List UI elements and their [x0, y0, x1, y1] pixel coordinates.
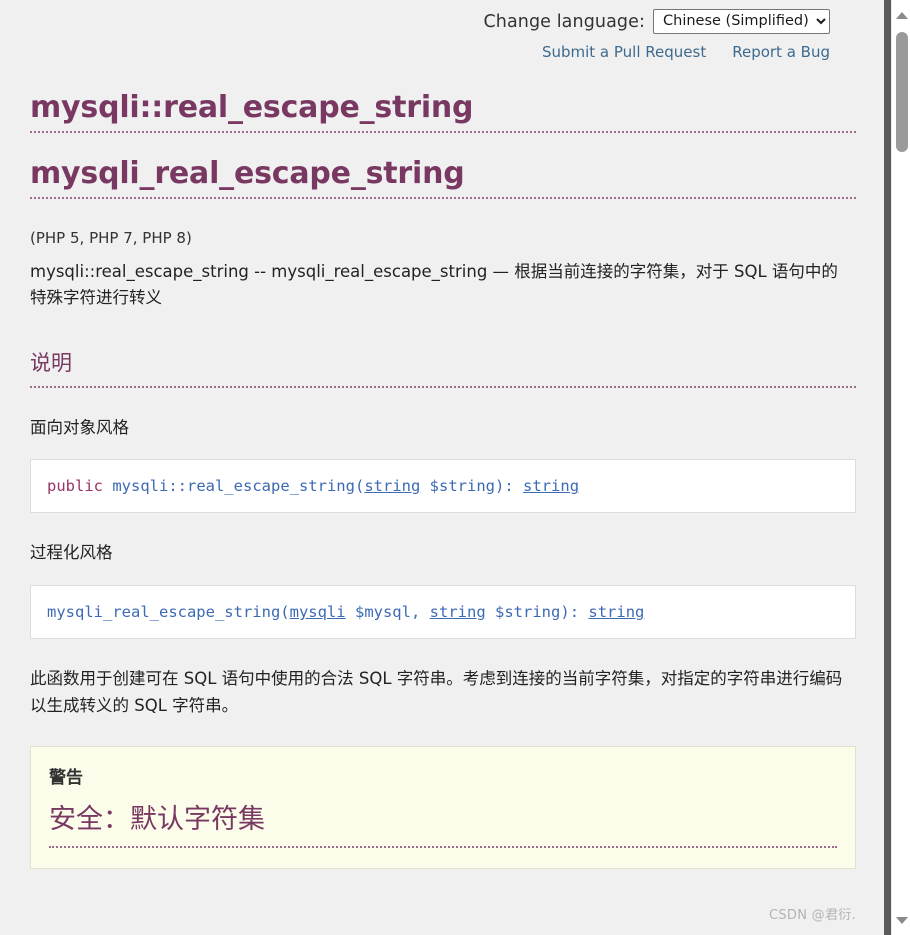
page-title-procedural: mysqli_real_escape_string [30, 156, 856, 199]
section-heading-description: 说明 [30, 347, 856, 388]
submit-pull-request-link[interactable]: Submit a Pull Request [542, 43, 706, 61]
language-select[interactable]: Chinese (Simplified) [653, 9, 830, 34]
open-paren: ( [280, 603, 290, 622]
vertical-scrollbar[interactable] [891, 0, 910, 935]
procedural-style-label: 过程化风格 [30, 543, 113, 563]
page-title-oop: mysqli::real_escape_string [30, 90, 856, 133]
change-language-row: Change language: Chinese (Simplified) [30, 0, 856, 34]
param2-type-link[interactable]: string [430, 603, 486, 621]
header-links: Submit a Pull Request Report a Bug [30, 43, 856, 61]
param2-name: $string [495, 603, 561, 622]
open-paren: ( [354, 477, 365, 496]
description-body: 此函数用于创建可在 SQL 语句中使用的合法 SQL 字符串。考虑到连接的当前字… [30, 669, 843, 715]
colon-separator: : [504, 477, 514, 496]
function-name: mysqli_real_escape_string [47, 603, 281, 622]
reference-purpose: mysqli::real_escape_string -- mysqli_rea… [30, 261, 838, 308]
change-language-label: Change language: [483, 11, 645, 32]
return-type-link[interactable]: string [523, 477, 579, 495]
return-type-link[interactable]: string [588, 603, 644, 621]
php-version-info: (PHP 5, PHP 7, PHP 8) [30, 229, 192, 247]
page-content: Change language: Chinese (Simplified) Su… [0, 0, 884, 869]
scroll-up-arrow-icon[interactable] [892, 6, 910, 24]
param1-name: $mysql [354, 603, 411, 622]
colon-separator: : [569, 603, 580, 622]
close-paren: ) [495, 477, 505, 496]
warning-title: 警告 [49, 767, 83, 788]
csdn-watermark: CSDN @君衍. [768, 908, 856, 923]
window-edge-divider [884, 0, 891, 935]
scrollbar-thumb[interactable] [896, 32, 908, 152]
param-name: $string [429, 477, 495, 496]
method-name: mysqli::real_escape_string [112, 477, 355, 496]
warning-box: 警告 安全：默认字符集 [30, 745, 856, 869]
document-viewport: Change language: Chinese (Simplified) Su… [0, 0, 884, 935]
modifier-keyword: public [47, 477, 103, 496]
param-comma: , [410, 603, 421, 622]
scroll-down-arrow-icon[interactable] [892, 911, 910, 929]
warning-heading: 安全：默认字符集 [49, 797, 837, 848]
method-synopsis-procedural: mysqli_real_escape_string(mysqli $mysql,… [30, 585, 856, 640]
method-synopsis-oop: public mysqli::real_escape_string(string… [30, 459, 856, 514]
close-paren: ) [560, 603, 570, 622]
param-type-link[interactable]: string [364, 477, 420, 495]
report-a-bug-link[interactable]: Report a Bug [732, 43, 830, 61]
oop-style-label: 面向对象风格 [30, 417, 129, 437]
param1-type-link[interactable]: mysqli [290, 603, 346, 621]
